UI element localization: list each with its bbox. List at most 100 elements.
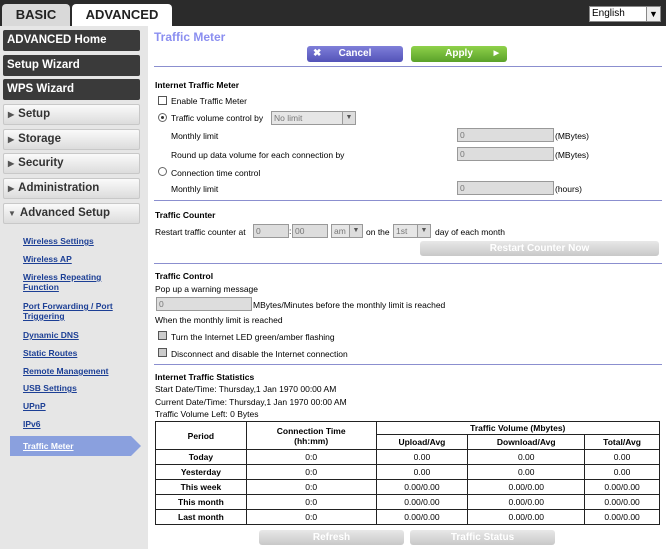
roundup-input[interactable]: 0: [457, 147, 554, 161]
sidebar-link-remote-management[interactable]: Remote Management: [23, 366, 133, 376]
restart-day-select[interactable]: 1st ▼: [393, 224, 431, 238]
sidebar-section-security[interactable]: ▶ Security: [3, 153, 140, 174]
volume-control-select[interactable]: No limit ▼: [271, 111, 356, 125]
cell-download: 0.00: [467, 449, 586, 465]
led-flash-checkbox[interactable]: [158, 331, 167, 340]
hours-unit: (hours): [555, 184, 582, 194]
restart-minute-input[interactable]: 00: [292, 224, 328, 238]
stats-heading: Internet Traffic Statistics: [155, 372, 255, 382]
disconnect-label: Disconnect and disable the Internet conn…: [171, 349, 348, 359]
cell-download: 0.00/0.00: [467, 509, 586, 525]
cell-total: 0.00: [584, 449, 660, 465]
mbytes-unit: (MBytes): [555, 131, 589, 141]
apply-label: Apply: [445, 48, 473, 59]
sidebar-section-label: Storage: [18, 133, 61, 145]
led-flash-label: Turn the Internet LED green/amber flashi…: [171, 332, 335, 342]
restart-counter-label: Restart traffic counter at: [155, 227, 246, 237]
table-row: Yesterday 0:0 0.00 0.00 0.00: [155, 464, 660, 480]
sidebar-section-advanced-setup[interactable]: ▼ Advanced Setup: [3, 203, 140, 224]
monthly-limit-hours-input[interactable]: 0: [457, 181, 554, 195]
table-row: This week 0:0 0.00/0.00 0.00/0.00 0.00/0…: [155, 479, 660, 495]
ampm-select[interactable]: am ▼: [331, 224, 363, 238]
chevron-down-icon: ▼: [342, 112, 355, 124]
sidebar-link-usb-settings[interactable]: USB Settings: [23, 383, 133, 393]
apply-button[interactable]: Apply ▶: [411, 46, 507, 62]
refresh-button[interactable]: Refresh: [259, 530, 404, 545]
header-connection-time-label: Connection Time: [276, 425, 346, 436]
sidebar-advanced-home[interactable]: ADVANCED Home: [3, 30, 140, 51]
restart-hour-input[interactable]: 0: [253, 224, 289, 238]
divider: [154, 200, 662, 201]
enable-traffic-meter-checkbox[interactable]: [158, 96, 167, 105]
chevron-right-icon: ▶: [8, 110, 15, 119]
header-traffic-volume: Traffic Volume (Mbytes): [375, 421, 660, 435]
chevron-right-icon: ▶: [8, 184, 15, 193]
header-connection-time-unit: (hh:mm): [294, 435, 329, 446]
restart-day-value: 1st: [396, 226, 408, 236]
language-value: English: [592, 8, 625, 19]
monthly-limit-input[interactable]: 0: [457, 128, 554, 142]
sidebar-link-traffic-meter[interactable]: Traffic Meter: [10, 436, 141, 456]
mbytes-unit: (MBytes): [555, 150, 589, 160]
sidebar-section-label: Setup: [18, 108, 51, 120]
cell-upload: 0.00: [375, 449, 469, 465]
cell-total: 0.00: [584, 464, 660, 480]
header-connection-time: Connection Time (hh:mm): [245, 421, 377, 450]
cell-download: 0.00/0.00: [467, 479, 586, 495]
disconnect-checkbox[interactable]: [158, 348, 167, 357]
restart-counter-button[interactable]: Restart Counter Now: [420, 241, 659, 256]
enable-traffic-meter-label: Enable Traffic Meter: [171, 96, 247, 106]
popup-warning-suffix: MBytes/Minutes before the monthly limit …: [253, 300, 446, 310]
traffic-status-button[interactable]: Traffic Status: [410, 530, 555, 545]
sidebar-wps-wizard[interactable]: WPS Wizard: [3, 79, 140, 100]
close-icon: ✖: [313, 48, 322, 59]
cell-time: 0:0: [245, 479, 377, 495]
cell-time: 0:0: [245, 464, 377, 480]
cell-download: 0.00: [467, 464, 586, 480]
sidebar-section-storage[interactable]: ▶ Storage: [3, 129, 140, 150]
current-datetime: Current Date/Time: Thursday,1 Jan 1970 0…: [155, 397, 347, 407]
chevron-right-icon: ▶: [8, 159, 15, 168]
page-title: Traffic Meter: [154, 30, 226, 44]
connection-time-radio[interactable]: [158, 167, 167, 176]
tab-basic[interactable]: BASIC: [2, 4, 70, 26]
cell-time: 0:0: [245, 494, 377, 510]
on-the-label: on the: [366, 227, 390, 237]
cell-total: 0.00/0.00: [584, 494, 660, 510]
cell-upload: 0.00/0.00: [375, 509, 469, 525]
sidebar-section-setup[interactable]: ▶ Setup: [3, 104, 140, 125]
start-datetime: Start Date/Time: Thursday,1 Jan 1970 00:…: [155, 384, 337, 394]
sidebar-section-label: Advanced Setup: [19, 207, 111, 219]
cell-period: Yesterday: [155, 464, 247, 480]
header-total: Total/Avg: [584, 434, 660, 450]
language-select[interactable]: English ▼: [589, 6, 661, 22]
when-limit-label: When the monthly limit is reached: [155, 315, 283, 325]
table-row: Last month 0:0 0.00/0.00 0.00/0.00 0.00/…: [155, 509, 660, 525]
roundup-label: Round up data volume for each connection…: [171, 150, 345, 160]
sidebar-link-wireless-ap[interactable]: Wireless AP: [23, 254, 133, 264]
header-period: Period: [155, 421, 247, 450]
monthly-limit-label: Monthly limit: [171, 131, 219, 141]
cancel-label: Cancel: [338, 48, 372, 59]
volume-control-radio[interactable]: [158, 113, 167, 122]
sidebar-section-label: Administration: [18, 182, 100, 194]
sidebar-link-dynamic-dns[interactable]: Dynamic DNS: [23, 330, 133, 340]
cancel-button[interactable]: ✖ Cancel: [307, 46, 403, 62]
sidebar-link-static-routes[interactable]: Static Routes: [23, 348, 133, 358]
sidebar-link-wireless-settings[interactable]: Wireless Settings: [23, 236, 133, 246]
monthly-limit-hours-label: Monthly limit: [171, 184, 219, 194]
sidebar-link-wireless-repeating[interactable]: Wireless Repeating Function: [23, 272, 118, 292]
table-header-row: Period Connection Time (hh:mm) Traffic V…: [155, 421, 660, 450]
volume-control-value: No limit: [274, 113, 303, 123]
sidebar-link-ipv6[interactable]: IPv6: [23, 419, 133, 429]
sidebar: ADVANCED Home Setup Wizard WPS Wizard ▶ S…: [0, 26, 148, 549]
tab-advanced[interactable]: ADVANCED: [72, 4, 172, 26]
sidebar-link-port-forwarding[interactable]: Port Forwarding / Port Triggering: [23, 301, 115, 321]
popup-warning-label: Pop up a warning message: [155, 284, 259, 294]
connection-time-label: Connection time control: [171, 168, 261, 178]
sidebar-setup-wizard[interactable]: Setup Wizard: [3, 55, 140, 76]
cell-period: This month: [155, 494, 247, 510]
popup-warning-input[interactable]: 0: [156, 297, 252, 311]
sidebar-link-upnp[interactable]: UPnP: [23, 401, 133, 411]
sidebar-section-administration[interactable]: ▶ Administration: [3, 178, 140, 199]
